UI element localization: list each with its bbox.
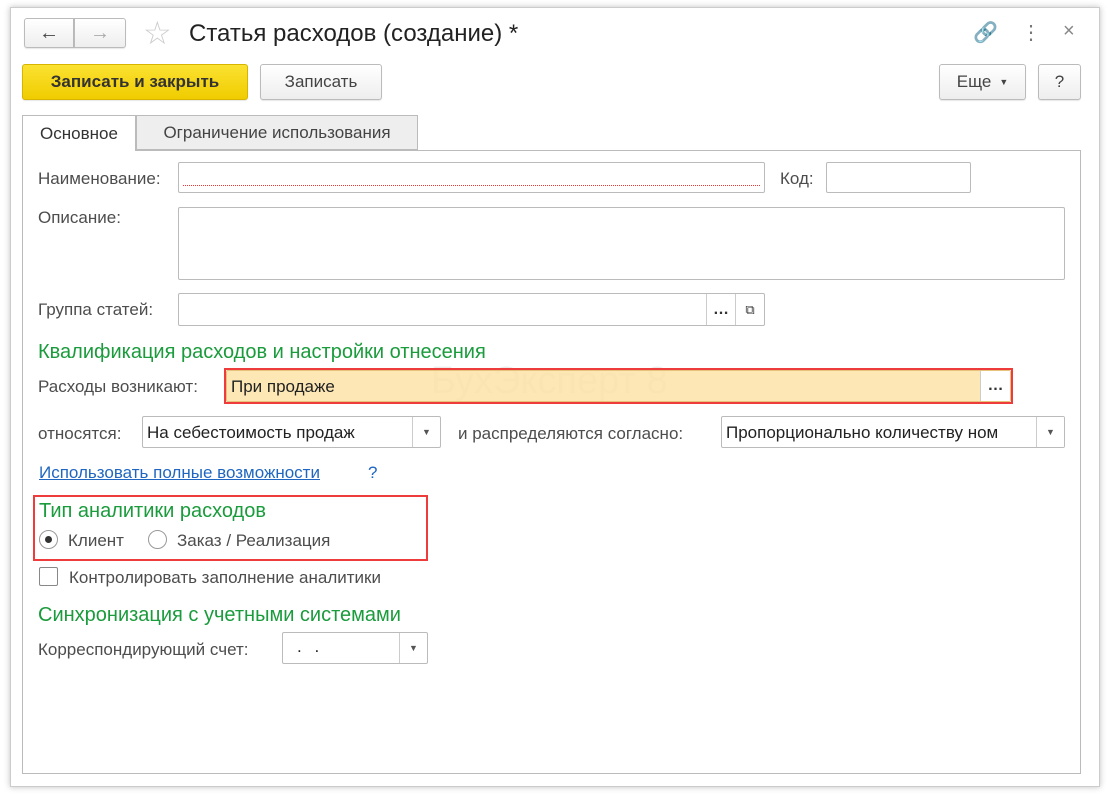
relate-select[interactable]: На себестоимость продаж ▼	[142, 416, 441, 448]
radio-order-label: Заказ / Реализация	[177, 531, 331, 550]
more-button[interactable]: Еще ▼	[939, 64, 1026, 100]
section-sync: Синхронизация с учетными системами	[38, 604, 401, 626]
relate-label: относятся:	[38, 424, 122, 443]
account-value: . .	[297, 637, 324, 656]
description-input[interactable]	[178, 207, 1065, 280]
favorite-star-icon[interactable]: ☆	[143, 14, 172, 52]
radio-client-label: Клиент	[68, 531, 124, 550]
group-label: Группа статей:	[38, 300, 154, 319]
name-input[interactable]	[178, 162, 765, 193]
account-label: Корреспондирующий счет:	[38, 640, 249, 659]
arrow-left-icon: ←	[39, 21, 59, 44]
description-label: Описание:	[38, 208, 121, 227]
group-select-button[interactable]: …	[706, 294, 735, 325]
help-link[interactable]: ?	[368, 463, 377, 483]
more-label: Еще	[956, 72, 992, 91]
distribute-select[interactable]: Пропорционально количеству ном ▼	[721, 416, 1065, 448]
control-label: Контролировать заполнение аналитики	[69, 568, 381, 587]
tab-usage-restriction[interactable]: Ограничение использования	[136, 115, 418, 150]
forward-button[interactable]: →	[74, 18, 126, 48]
relate-value: На себестоимость продаж	[147, 423, 355, 442]
help-button[interactable]: ?	[1038, 64, 1081, 100]
chevron-down-icon[interactable]: ▼	[412, 417, 440, 447]
account-select[interactable]: . . ▼	[282, 632, 428, 664]
code-input[interactable]	[826, 162, 971, 193]
open-icon[interactable]: ⧉	[735, 294, 764, 325]
page-title: Статья расходов (создание) *	[189, 20, 519, 47]
full-features-link[interactable]: Использовать полные возможности	[39, 463, 320, 483]
link-icon[interactable]: 🔗	[973, 20, 998, 45]
more-vertical-icon[interactable]: ⋮	[1021, 20, 1041, 45]
section-qualification: Квалификация расходов и настройки отнесе…	[38, 341, 486, 363]
chevron-down-icon[interactable]: ▼	[1036, 417, 1064, 447]
close-icon[interactable]: ×	[1063, 20, 1075, 43]
tab-main[interactable]: Основное	[22, 115, 136, 151]
radio-order[interactable]	[148, 530, 167, 549]
back-button[interactable]: ←	[24, 18, 74, 48]
chevron-down-icon[interactable]: ▼	[399, 633, 427, 663]
form-window: ← → ☆ Статья расходов (создание) * 🔗 ⋮ ×…	[10, 7, 1100, 787]
save-button[interactable]: Записать	[260, 64, 382, 100]
chevron-down-icon: ▼	[999, 77, 1009, 87]
arise-label: Расходы возникают:	[38, 377, 198, 396]
group-input[interactable]: … ⧉	[178, 293, 765, 326]
highlight-frame	[224, 368, 1013, 404]
control-checkbox[interactable]	[39, 567, 58, 586]
section-analytics: Тип аналитики расходов	[39, 500, 266, 522]
name-label: Наименование:	[38, 169, 161, 188]
code-label: Код:	[780, 169, 814, 188]
distribute-value: Пропорционально количеству ном	[726, 423, 999, 442]
radio-client[interactable]	[39, 530, 58, 549]
save-and-close-button[interactable]: Записать и закрыть	[22, 64, 248, 100]
distribute-label: и распределяются согласно:	[458, 424, 684, 443]
arrow-right-icon: →	[90, 21, 110, 44]
